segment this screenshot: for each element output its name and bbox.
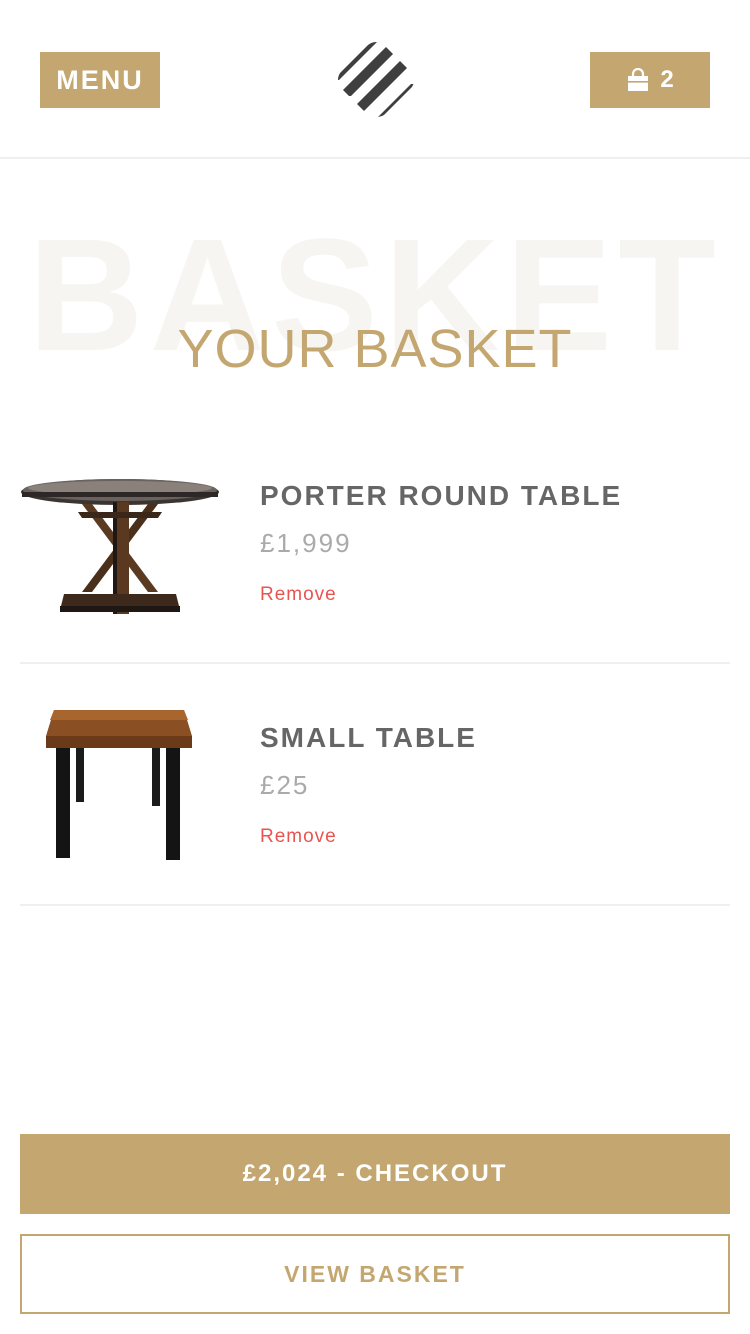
item-price: £25 <box>260 770 310 800</box>
checkout-button[interactable]: £2,024 - CHECKOUT <box>20 1134 730 1214</box>
cart-button[interactable]: 2 <box>590 52 710 108</box>
remove-link[interactable]: Remove <box>260 584 337 606</box>
view-basket-button[interactable]: VIEW BASKET <box>20 1234 730 1314</box>
basket-item: PORTER ROUND TABLE £1,999 Remove <box>20 422 730 664</box>
round-table-image[interactable] <box>20 464 220 644</box>
cart-count: 2 <box>660 66 674 93</box>
shopping-bag-icon <box>628 68 649 91</box>
brand-logo-icon[interactable] <box>335 40 417 120</box>
site-header: MENU 2 <box>0 0 750 159</box>
menu-button[interactable]: MENU <box>40 52 160 108</box>
page-title: YOUR BASKET <box>177 319 573 379</box>
remove-link[interactable]: Remove <box>260 826 337 848</box>
basket-item: SMALL TABLE £25 Remove <box>20 664 730 906</box>
small-table-image[interactable] <box>20 702 220 882</box>
item-price: £1,999 <box>260 528 352 558</box>
item-name[interactable]: SMALL TABLE <box>260 722 477 754</box>
item-name[interactable]: PORTER ROUND TABLE <box>260 480 622 512</box>
